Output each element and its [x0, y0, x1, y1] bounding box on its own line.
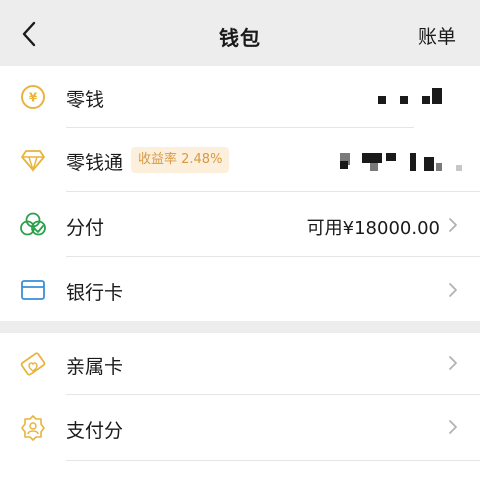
svg-text:¥: ¥: [29, 91, 38, 105]
family-card-label: 亲属卡: [66, 356, 124, 378]
installment-available: 可用¥18000.00: [306, 218, 440, 239]
bank-card-label: 银行卡: [66, 282, 124, 304]
yield-badge: 收益率 2.48%: [131, 147, 230, 173]
bill-button[interactable]: 账单: [418, 22, 456, 49]
chevron-right-icon: [449, 420, 457, 434]
installment-row[interactable]: 分付 可用¥18000.00: [0, 192, 480, 256]
change-row[interactable]: ¥ 零钱: [0, 66, 480, 130]
installment-label: 分付: [66, 217, 105, 239]
diamond-icon: [21, 150, 45, 173]
chevron-right-icon: [449, 218, 457, 232]
family-card-row[interactable]: 亲属卡: [0, 333, 480, 397]
row-divider: [66, 394, 480, 395]
row-divider: [66, 460, 480, 461]
page-title: 钱包: [219, 26, 261, 50]
bank-card-icon: [21, 280, 45, 300]
installment-icon: [20, 212, 46, 236]
services-group: 亲属卡 支付分: [0, 333, 480, 480]
bank-card-row[interactable]: 银行卡: [0, 257, 480, 321]
change-pass-row[interactable]: 零钱通 收益率 2.48%: [0, 128, 480, 192]
navigation-bar: 钱包 账单: [0, 0, 480, 66]
pay-score-icon: [21, 415, 45, 441]
change-label: 零钱: [66, 89, 105, 111]
pay-score-label: 支付分: [66, 420, 124, 442]
wallet-group: ¥ 零钱 零钱通 收益率 2.48% 分付 可用¥18000.00 银行卡: [0, 66, 480, 321]
chevron-right-icon: [449, 356, 457, 370]
family-card-icon: [20, 352, 46, 376]
pay-score-row[interactable]: 支付分: [0, 397, 480, 461]
chevron-right-icon: [449, 283, 457, 297]
yen-circle-icon: ¥: [21, 85, 45, 109]
change-pass-label: 零钱通: [66, 152, 124, 174]
